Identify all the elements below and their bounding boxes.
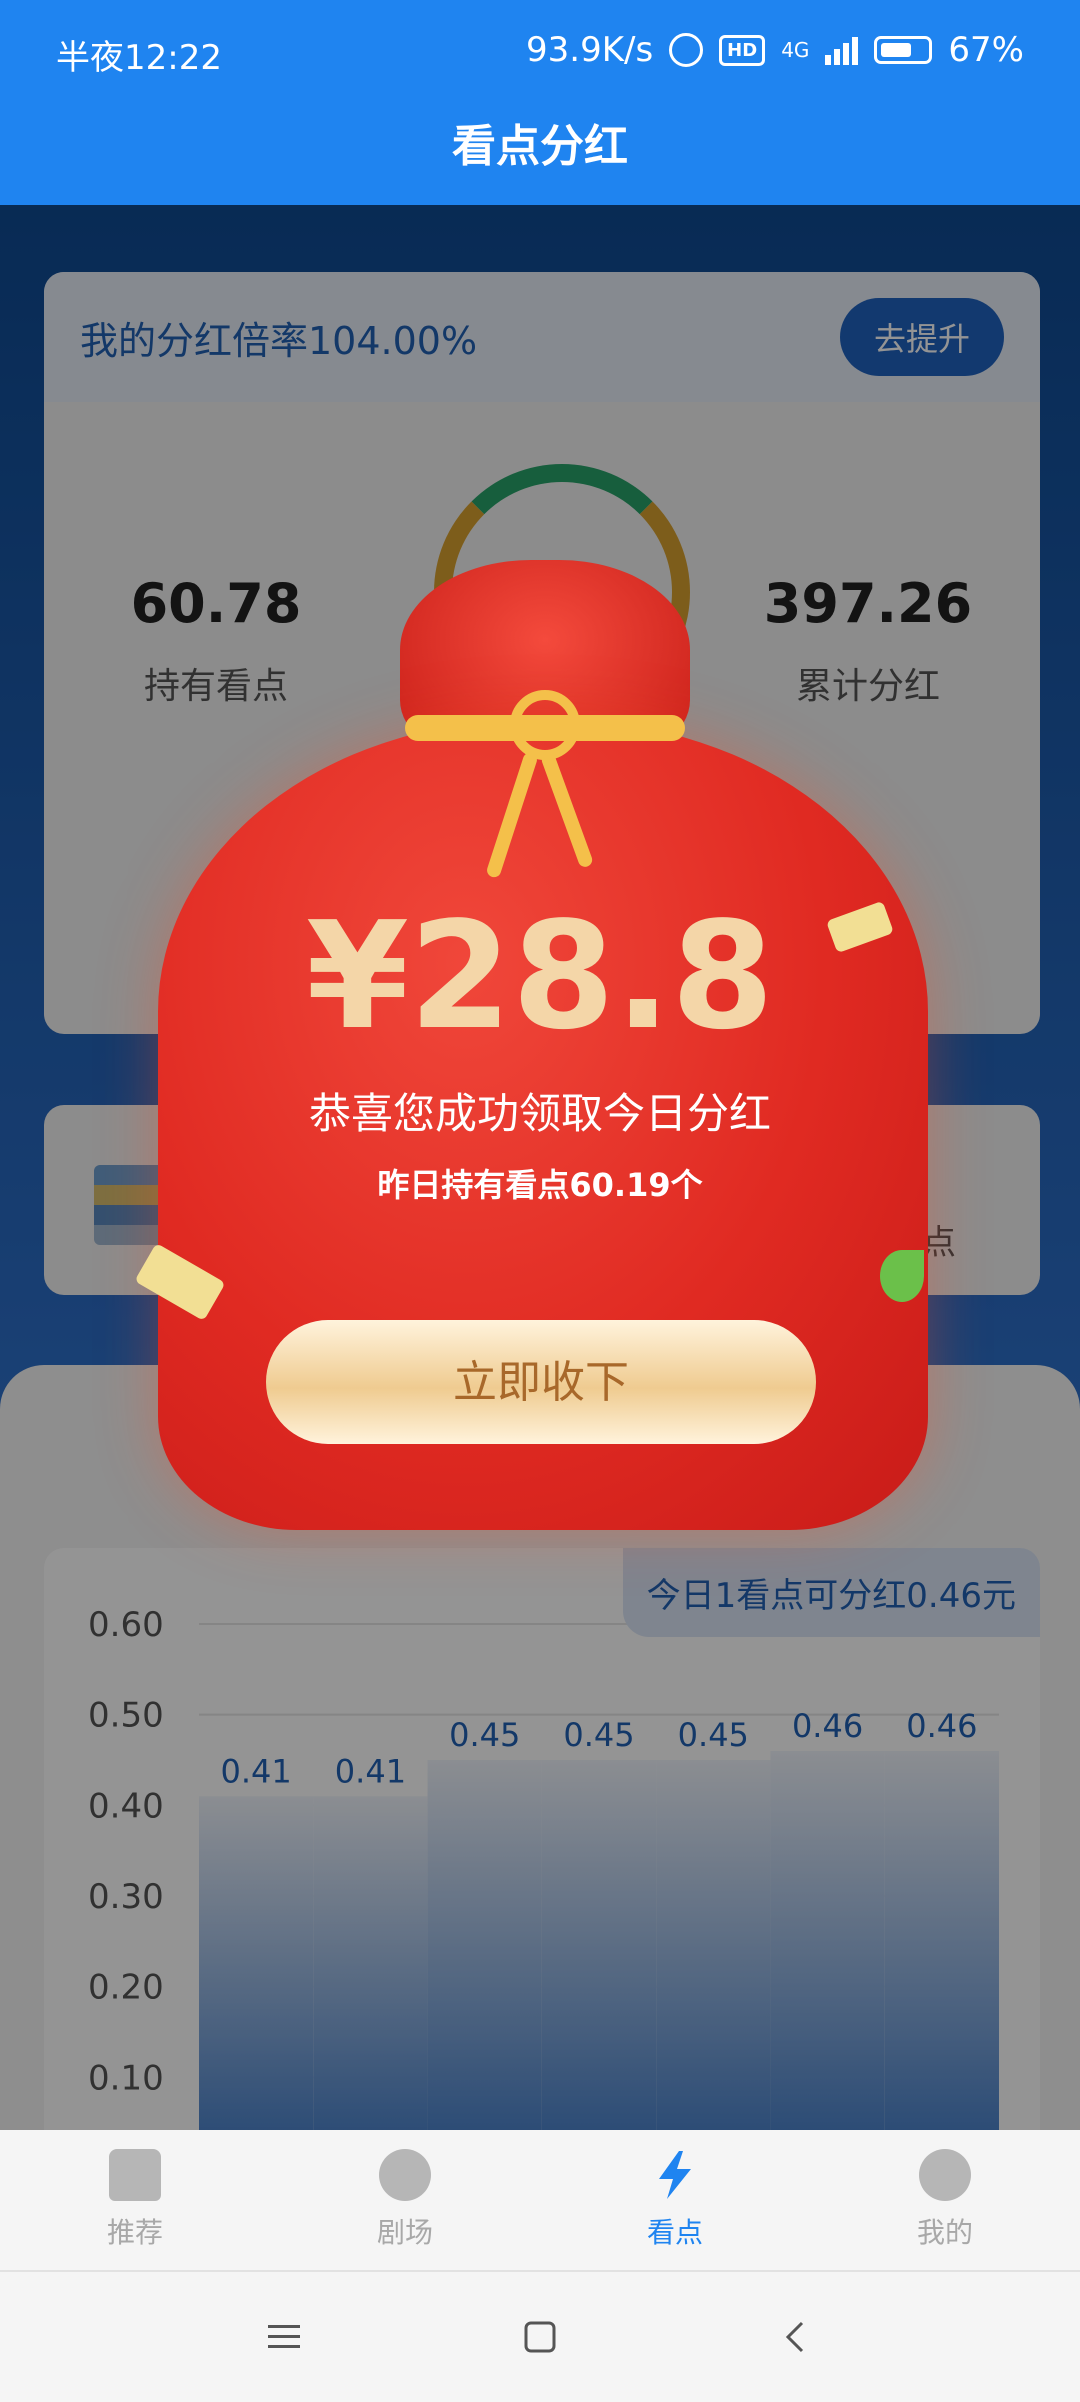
page-title: 看点分红 [452,121,628,172]
claim-button[interactable]: 立即收下 [266,1320,816,1444]
nav-label: 推荐 [106,2216,163,2249]
nav-item-recommend[interactable]: 推荐 [0,2130,270,2270]
system-nav-bar [0,2270,1080,2402]
film-reel-icon [379,2149,431,2201]
alarm-icon [669,33,704,67]
profile-face-icon [919,2149,971,2201]
status-time: 半夜12:22 [56,38,222,78]
nav-label: 看点 [646,2216,703,2249]
nav-label: 我的 [916,2216,973,2249]
bottom-nav: 推荐 剧场 看点 我的 [0,2130,1080,2270]
hd-icon: HD [719,34,766,66]
nav-item-theater[interactable]: 剧场 [270,2130,540,2270]
red-bag-popup: ¥28.8 恭喜您成功领取今日分红 昨日持有看点60.19个 立即收下 [134,540,930,1540]
battery-icon [874,36,933,64]
yesterday-holding-text: 昨日持有看点60.19个 [377,1166,703,1204]
nav-label: 剧场 [376,2216,433,2249]
menu-icon[interactable] [266,2319,302,2355]
lightning-icon [659,2151,691,2199]
dividend-amount: ¥28.8 [305,890,775,1062]
back-icon[interactable] [778,2319,814,2355]
network-speed: 93.9K/s [526,30,654,70]
confetti-piece [880,1250,924,1302]
home-icon [109,2149,161,2201]
battery-level: 67% [948,30,1024,70]
network-type: 4G [781,38,810,62]
status-indicators: 93.9K/s HD 4G 67% [526,30,1024,70]
nav-item-points[interactable]: 看点 [540,2130,810,2270]
signal-icon [825,35,859,65]
bag-knot [510,690,580,760]
congrats-text: 恭喜您成功领取今日分红 [308,1089,771,1138]
home-square-icon[interactable] [522,2319,558,2355]
nav-item-mine[interactable]: 我的 [810,2130,1080,2270]
top-bar: 半夜12:22 93.9K/s HD 4G 67% 看点分红 [0,0,1080,205]
